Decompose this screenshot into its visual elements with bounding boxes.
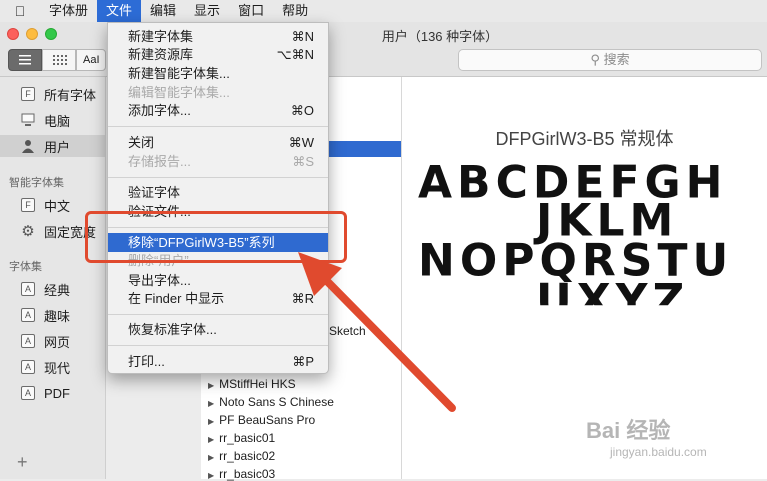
- preview-title: DFPGirlW3-B5 常规体: [495, 129, 674, 149]
- watermark-logo: Bai 经验: [586, 418, 671, 443]
- menu-item-restore-standard-fonts[interactable]: 恢复标准字体...: [108, 320, 328, 339]
- font-box-icon: A: [21, 386, 35, 400]
- user-icon: [21, 139, 35, 153]
- list-view-button[interactable]: [8, 49, 42, 71]
- window-title: 用户（136 种字体）: [381, 29, 499, 44]
- menu-item-export-fonts[interactable]: 导出字体...: [108, 271, 328, 290]
- sidebar-item-fun[interactable]: A 趣味: [0, 304, 105, 326]
- menu-separator: [108, 177, 328, 178]
- menu-item-close[interactable]: 关闭 ⌘W: [108, 133, 328, 152]
- collections-header: 字体集: [9, 261, 42, 273]
- minimize-window-button[interactable]: [26, 28, 38, 40]
- computer-icon: [21, 113, 35, 127]
- sidebar-item-label: 所有字体: [44, 87, 97, 103]
- list-icon: [19, 55, 31, 65]
- file-menu: 新建字体集 ⌘N 新建资源库 ⌥⌘N 新建智能字体集... 编辑智能字体集... 添…: [107, 22, 329, 374]
- sidebar-item-web[interactable]: A 网页: [0, 330, 105, 352]
- font-row[interactable]: ▶ rr_basic01: [208, 431, 275, 445]
- font-box-icon: A: [21, 282, 35, 296]
- watermark: Bai 经验 jingyan.baidu.com: [586, 413, 707, 459]
- menu-bar:  字体册 文件 编辑 显示 窗口 帮助: [0, 0, 767, 23]
- annotation-highlight-box: [85, 211, 347, 263]
- sidebar-item-pdf[interactable]: A PDF: [0, 382, 105, 404]
- sidebar-item-classic[interactable]: A 经典: [0, 278, 105, 300]
- font-box-icon: F: [21, 87, 35, 101]
- zoom-window-button[interactable]: [45, 28, 57, 40]
- sidebar-item-label: 中文: [44, 198, 71, 214]
- menu-separator: [108, 126, 328, 127]
- font-row[interactable]: ▶ PF BeauSans Pro: [208, 413, 315, 427]
- font-row[interactable]: ▶ rr_basic02: [208, 449, 275, 463]
- font-box-icon: A: [21, 308, 35, 322]
- menu-item-add-fonts[interactable]: 添加字体... ⌘O: [108, 101, 328, 120]
- menu-edit[interactable]: 编辑: [141, 0, 185, 22]
- menu-item-edit-smart-collection: 编辑智能字体集...: [128, 85, 230, 100]
- menu-item-new-smart-collection[interactable]: 新建智能字体集...: [108, 64, 328, 83]
- sidebar-item-label: 网页: [44, 334, 71, 350]
- smart-collections-header: 智能字体集: [9, 177, 64, 189]
- disclosure-triangle-icon[interactable]: ▶: [208, 417, 214, 426]
- sidebar: F 所有字体 电脑 用户 智能字体集 F 中文 ⚙ 固定宽度 字体集 A 经典 …: [0, 77, 106, 479]
- menu-item-validate-fonts[interactable]: 验证字体: [108, 183, 328, 202]
- menu-view[interactable]: 显示: [185, 0, 229, 22]
- sidebar-item-user[interactable]: 用户: [0, 135, 105, 157]
- menu-separator: [108, 345, 328, 346]
- sidebar-item-all-fonts[interactable]: F 所有字体: [0, 83, 105, 105]
- disclosure-triangle-icon[interactable]: ▶: [208, 381, 214, 390]
- sidebar-item-label: 经典: [44, 282, 71, 298]
- font-row-partial[interactable]: Sketch: [329, 324, 366, 338]
- apple-logo-icon[interactable]: : [0, 3, 40, 19]
- sidebar-item-label: PDF: [44, 385, 70, 401]
- sidebar-item-modern[interactable]: A 现代: [0, 356, 105, 378]
- disclosure-triangle-icon[interactable]: ▶: [208, 453, 214, 462]
- search-field[interactable]: ⚲ 搜索: [458, 49, 762, 71]
- font-box-icon: F: [21, 198, 35, 212]
- gear-icon: ⚙: [21, 223, 35, 240]
- font-preview: DFPGirlW3-B5 常规体 ABCDEFGH JKLM NOPQRSTU …: [402, 77, 767, 479]
- menu-fontbook[interactable]: 字体册: [40, 0, 97, 22]
- watermark-url: jingyan.baidu.com: [610, 445, 707, 459]
- sample-view-button[interactable]: AaI: [76, 49, 106, 71]
- menu-item-print[interactable]: 打印... ⌘P: [108, 352, 328, 371]
- close-window-button[interactable]: [7, 28, 19, 40]
- menu-item-new-collection[interactable]: 新建字体集 ⌘N: [108, 27, 328, 46]
- sidebar-item-label: 趣味: [44, 308, 71, 324]
- sidebar-item-label: 电脑: [44, 113, 71, 129]
- font-box-icon: A: [21, 360, 35, 374]
- sidebar-item-computer[interactable]: 电脑: [0, 109, 105, 131]
- menu-separator: [108, 314, 328, 315]
- search-placeholder: 搜索: [603, 52, 630, 67]
- add-collection-button[interactable]: +: [17, 452, 28, 473]
- font-box-icon: A: [21, 334, 35, 348]
- menu-window[interactable]: 窗口: [229, 0, 273, 22]
- search-icon: ⚲: [590, 52, 600, 67]
- disclosure-triangle-icon[interactable]: ▶: [208, 435, 214, 444]
- disclosure-triangle-icon[interactable]: ▶: [208, 399, 214, 408]
- sidebar-item-label: 用户: [44, 139, 71, 155]
- grid-view-button[interactable]: [42, 49, 76, 71]
- preview-line: UXYZ: [536, 274, 690, 306]
- menu-help[interactable]: 帮助: [273, 0, 317, 22]
- menu-file[interactable]: 文件: [97, 0, 142, 22]
- menu-item-new-library[interactable]: 新建资源库 ⌥⌘N: [108, 45, 328, 64]
- font-row[interactable]: ▶ Noto Sans S Chinese: [208, 395, 334, 409]
- menu-item-save-report: 存储报告... ⌘S: [128, 154, 314, 169]
- sidebar-item-label: 现代: [44, 360, 71, 376]
- font-row[interactable]: ▶ MStiffHei HKS: [208, 377, 296, 391]
- menu-item-show-in-finder[interactable]: 在 Finder 中显示 ⌘R: [108, 289, 328, 308]
- grid-icon: [53, 55, 67, 65]
